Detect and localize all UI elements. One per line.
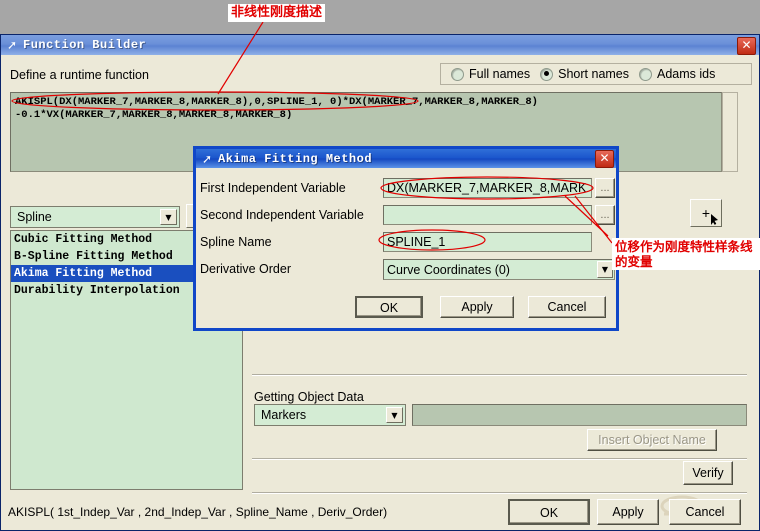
radio-dot-full-names	[451, 67, 464, 81]
dialog-cancel-button[interactable]: Cancel	[528, 296, 606, 318]
akima-dialog-title: Akima Fitting Method	[218, 151, 373, 166]
object-type-dropdown[interactable]: Markers ▼	[254, 404, 406, 426]
function-signature-label: AKISPL( 1st_Indep_Var , 2nd_Indep_Var , …	[8, 505, 388, 519]
derivative-order-label: Derivative Order	[200, 262, 291, 276]
getting-object-data-label: Getting Object Data	[254, 390, 364, 404]
derivative-order-dropdown[interactable]: Curve Coordinates (0) ▼	[383, 259, 615, 280]
chevron-down-icon[interactable]: ▼	[386, 407, 403, 423]
spline-type-value: Spline	[17, 210, 52, 224]
spline-name-label: Spline Name	[200, 235, 272, 249]
spline-name-input[interactable]: SPLINE_1	[383, 232, 592, 252]
name-mode-radio-group[interactable]: Full names Short names Adams ids	[440, 63, 752, 85]
annotation-nonlinear-stiffness: 非线性刚度描述	[228, 4, 326, 22]
object-type-value: Markers	[261, 408, 307, 422]
derivative-order-value: Curve Coordinates (0)	[387, 263, 510, 277]
first-independent-variable-label: First Independent Variable	[200, 181, 346, 195]
divider	[252, 458, 747, 460]
divider	[252, 374, 747, 376]
second-independent-variable-label: Second Independent Variable	[200, 208, 364, 222]
radio-dot-adams-ids	[639, 67, 653, 81]
verify-button[interactable]: Verify	[683, 461, 733, 485]
radio-dot-short-names	[540, 67, 554, 81]
close-icon[interactable]: ✕	[595, 150, 614, 168]
second-independent-variable-input[interactable]	[383, 205, 592, 225]
browse-second-variable-button[interactable]: ...	[595, 205, 615, 225]
close-icon[interactable]: ✕	[737, 37, 756, 55]
dialog-ok-button[interactable]: OK	[355, 296, 423, 318]
ok-button[interactable]: OK	[508, 499, 590, 525]
radio-adams-ids[interactable]: Adams ids	[639, 67, 715, 81]
object-name-field[interactable]	[412, 404, 747, 426]
cancel-button[interactable]: Cancel	[669, 499, 741, 525]
spline-type-dropdown[interactable]: Spline ▼	[10, 206, 180, 228]
wrench-icon: ➚	[201, 151, 213, 166]
akima-dialog-titlebar[interactable]: ➚ Akima Fitting Method ✕	[196, 149, 616, 168]
chevron-down-icon[interactable]: ▼	[160, 209, 177, 225]
radio-label-adams-ids: Adams ids	[657, 67, 716, 81]
add-button[interactable]: +	[690, 199, 722, 227]
annotation-displacement-variable: 位移作为刚度特性样条线的变量	[612, 238, 760, 270]
radio-full-names[interactable]: Full names	[451, 67, 530, 81]
wrench-icon: ➚	[6, 38, 18, 52]
browse-first-variable-button[interactable]: ...	[595, 178, 615, 198]
chevron-down-icon[interactable]: ▼	[597, 261, 613, 278]
window-title: Function Builder	[23, 38, 147, 52]
radio-label-short-names: Short names	[558, 67, 630, 81]
radio-label-full-names: Full names	[469, 67, 531, 81]
define-function-label: Define a runtime function	[10, 68, 149, 82]
insert-object-name-button[interactable]: Insert Object Name	[587, 429, 717, 451]
formula-scrollbar[interactable]	[722, 92, 738, 172]
radio-short-names[interactable]: Short names	[540, 67, 629, 81]
first-independent-variable-input[interactable]: DX(MARKER_7,MARKER_8,MARK	[383, 178, 592, 198]
dialog-apply-button[interactable]: Apply	[440, 296, 514, 318]
apply-button[interactable]: Apply	[597, 499, 659, 525]
function-builder-titlebar[interactable]: ➚ Function Builder ✕	[1, 35, 759, 55]
